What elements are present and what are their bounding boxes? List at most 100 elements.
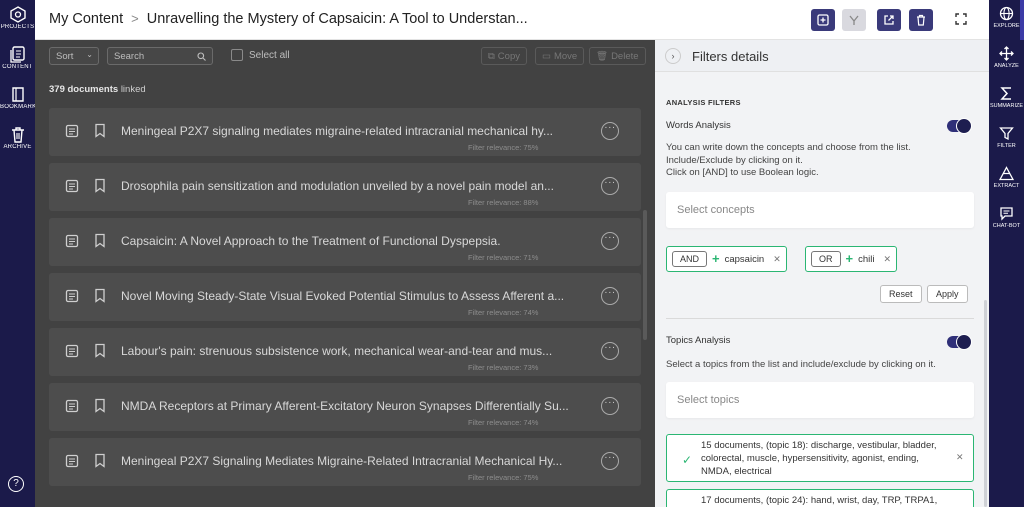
- tool-chat-bot[interactable]: CHAT-BOT: [989, 206, 1024, 229]
- nav-content[interactable]: CONTENT: [0, 46, 35, 70]
- reset-button[interactable]: Reset: [880, 285, 922, 303]
- document-title[interactable]: NMDA Receptors at Primary Afferent-Excit…: [121, 399, 581, 413]
- document-title[interactable]: Novel Moving Steady-State Visual Evoked …: [121, 289, 581, 303]
- breadcrumb-root[interactable]: My Content: [49, 11, 123, 27]
- delete-button[interactable]: [909, 9, 933, 31]
- merge-button[interactable]: [842, 9, 866, 31]
- bookmark-icon[interactable]: [94, 233, 106, 248]
- document-icon: [65, 454, 79, 468]
- concept-chip-capsaicin[interactable]: AND + capsaicin ✕: [666, 246, 787, 272]
- help-icon[interactable]: ?: [8, 476, 24, 492]
- pyramid-icon: [999, 166, 1014, 181]
- tool-chat-bot-label: CHAT-BOT: [992, 223, 1021, 229]
- analysis-filters-heading: ANALYSIS FILTERS: [666, 98, 741, 107]
- tool-extract[interactable]: EXTRACT: [989, 166, 1024, 189]
- topics-analysis-label: Topics Analysis: [666, 335, 731, 346]
- apply-button[interactable]: Apply: [927, 285, 968, 303]
- document-row[interactable]: Labour's pain: strenuous subsistence wor…: [49, 328, 641, 376]
- boolean-operator-and[interactable]: AND: [672, 251, 708, 267]
- more-options-icon[interactable]: ···: [601, 177, 619, 195]
- nav-content-label: CONTENT: [2, 64, 33, 70]
- topic-item[interactable]: ✓ 15 documents, (topic 18): discharge, v…: [666, 434, 974, 482]
- document-row[interactable]: NMDA Receptors at Primary Afferent-Excit…: [49, 383, 641, 431]
- document-row[interactable]: Meningeal P2X7 Signaling Mediates Migrai…: [49, 438, 641, 486]
- move-button[interactable]: ▭ Move: [535, 47, 585, 65]
- tool-filter[interactable]: FILTER: [989, 126, 1024, 149]
- document-title[interactable]: Drosophila pain sensitization and modula…: [121, 179, 581, 193]
- add-button[interactable]: [811, 9, 835, 31]
- document-row[interactable]: Capsaicin: A Novel Approach to the Treat…: [49, 218, 641, 266]
- tool-summarize[interactable]: SUMMARIZE: [989, 86, 1024, 109]
- top-header: My Content > Unravelling the Mystery of Ca…: [35, 0, 989, 40]
- document-title[interactable]: Meningeal P2X7 Signaling Mediates Migrai…: [121, 454, 581, 468]
- search-icon: [197, 52, 206, 61]
- sort-select[interactable]: Sort ⌄: [49, 47, 99, 65]
- document-icon: [65, 399, 79, 413]
- document-title[interactable]: Labour's pain: strenuous subsistence wor…: [121, 344, 581, 358]
- section-divider: [666, 318, 974, 319]
- document-icon: [65, 179, 79, 193]
- topic-item[interactable]: 17 documents, (topic 24): hand, wrist, d…: [666, 489, 974, 507]
- remove-chip-icon[interactable]: ✕: [883, 254, 891, 265]
- more-options-icon[interactable]: ···: [601, 232, 619, 250]
- filter-relevance: Filter relevance: 74%: [468, 308, 539, 317]
- breadcrumb-current: Unravelling the Mystery of Capsaicin: A …: [146, 11, 528, 27]
- include-plus-icon: +: [712, 251, 720, 266]
- more-options-icon[interactable]: ···: [601, 342, 619, 360]
- copy-button[interactable]: ⧉ Copy: [481, 47, 527, 65]
- merge-icon: [849, 15, 859, 25]
- sigma-icon: [1000, 87, 1011, 100]
- boolean-operator-or[interactable]: OR: [811, 251, 841, 267]
- document-count-suffix: linked: [120, 84, 146, 95]
- bookmark-icon[interactable]: [94, 398, 106, 413]
- topics-analysis-toggle[interactable]: [947, 334, 972, 350]
- tool-explore-label: EXPLORE: [993, 23, 1020, 29]
- nav-archive[interactable]: ARCHIVE: [0, 126, 35, 150]
- more-options-icon[interactable]: ···: [601, 287, 619, 305]
- bookmark-icon[interactable]: [94, 178, 106, 193]
- list-scrollbar[interactable]: [643, 210, 647, 340]
- bookmark-icon[interactable]: [94, 343, 106, 358]
- more-options-icon[interactable]: ···: [601, 452, 619, 470]
- document-row[interactable]: Meningeal P2X7 signaling mediates migrai…: [49, 108, 641, 156]
- more-options-icon[interactable]: ···: [601, 122, 619, 140]
- nav-bookmarks-label: BOOKMARKS: [0, 104, 35, 110]
- external-link-icon: [884, 15, 894, 25]
- select-concepts-input[interactable]: Select concepts: [666, 192, 974, 228]
- remove-topic-icon[interactable]: ✕: [956, 452, 964, 463]
- concept-chip-chili[interactable]: OR + chili ✕: [805, 246, 898, 272]
- tool-analyze-label: ANALYZE: [994, 63, 1019, 69]
- document-title[interactable]: Meningeal P2X7 signaling mediates migrai…: [121, 124, 581, 138]
- share-button[interactable]: [877, 9, 901, 31]
- panel-scrollbar[interactable]: [984, 300, 987, 507]
- filter-relevance: Filter relevance: 73%: [468, 363, 539, 372]
- tool-explore[interactable]: EXPLORE: [989, 6, 1024, 29]
- plus-square-icon: [817, 14, 829, 26]
- tool-analyze[interactable]: ANALYZE: [989, 46, 1024, 69]
- document-row[interactable]: Novel Moving Steady-State Visual Evoked …: [49, 273, 641, 321]
- remove-chip-icon[interactable]: ✕: [773, 254, 781, 265]
- move-label: Move: [553, 50, 578, 62]
- search-input[interactable]: Search: [107, 47, 213, 65]
- filters-panel-header: › Filters details: [655, 40, 989, 72]
- copy-icon: ⧉: [488, 50, 495, 62]
- bulk-delete-button[interactable]: 🗑 Delete: [589, 47, 646, 65]
- bookmark-icon[interactable]: [94, 453, 106, 468]
- bookmark-icon[interactable]: [94, 123, 106, 138]
- collapse-panel-icon[interactable]: ›: [665, 48, 681, 64]
- filter-relevance: Filter relevance: 75%: [468, 143, 539, 152]
- filters-panel: › Filters details ANALYSIS FILTERS Words…: [655, 40, 989, 507]
- more-options-icon[interactable]: ···: [601, 397, 619, 415]
- fullscreen-icon[interactable]: [955, 13, 967, 25]
- select-all-checkbox[interactable]: [231, 49, 243, 61]
- document-icon: [65, 234, 79, 248]
- words-analysis-toggle[interactable]: [947, 118, 972, 134]
- breadcrumb: My Content > Unravelling the Mystery of Ca…: [49, 11, 528, 27]
- nav-projects[interactable]: PROJECTS: [0, 6, 35, 30]
- topics-analysis-help: Select a topics from the list and includ…: [666, 359, 936, 370]
- select-topics-input[interactable]: Select topics: [666, 382, 974, 418]
- document-row[interactable]: Drosophila pain sensitization and modula…: [49, 163, 641, 211]
- nav-bookmarks[interactable]: BOOKMARKS: [0, 86, 35, 110]
- document-title[interactable]: Capsaicin: A Novel Approach to the Treat…: [121, 234, 581, 248]
- bookmark-icon[interactable]: [94, 288, 106, 303]
